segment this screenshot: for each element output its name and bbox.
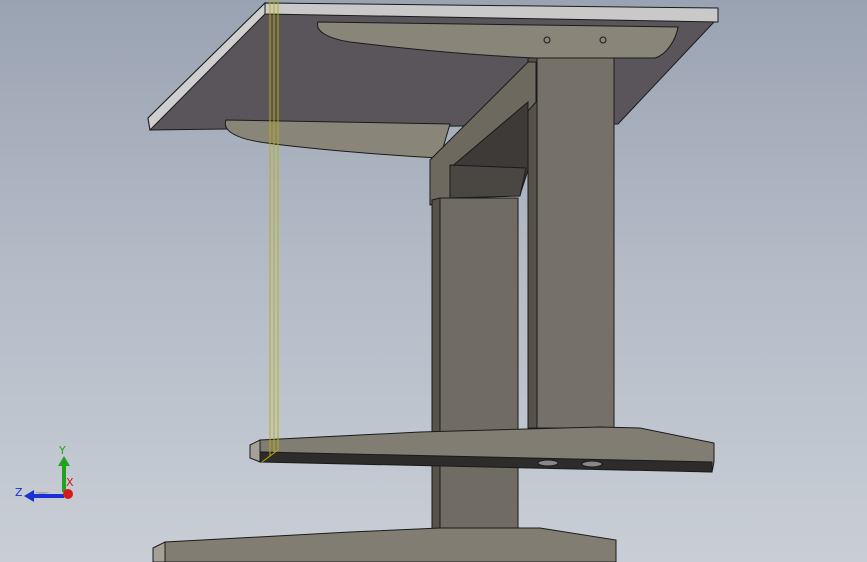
z-axis-arrow-icon — [24, 490, 34, 502]
foot-lower-front — [152, 541, 166, 562]
y-axis-arrow-icon — [58, 456, 70, 466]
y-axis-label: Y — [58, 444, 66, 457]
tabletop-bottom-face — [147, 2, 719, 131]
leveler-hole — [581, 460, 603, 468]
foot-upper-front — [249, 439, 261, 463]
column-back-side — [527, 57, 538, 429]
x-axis-label: X — [66, 476, 74, 489]
column-back[interactable] — [527, 57, 615, 429]
orientation-triad[interactable]: Y X Z — [12, 440, 82, 510]
column-front-side — [431, 197, 441, 533]
leveler-hole — [537, 459, 559, 467]
z-axis-label: Z — [15, 486, 23, 499]
foot-lower[interactable] — [152, 527, 617, 562]
column-front[interactable] — [431, 197, 519, 533]
top-support-arm-front[interactable] — [224, 119, 451, 159]
bracket-lip — [449, 164, 527, 199]
tabletop[interactable] — [147, 1, 719, 132]
3d-viewport[interactable]: Y X Z — [0, 0, 867, 562]
cad-model-scene[interactable] — [0, 0, 867, 562]
x-axis-icon — [63, 489, 73, 499]
foot-lower-top — [164, 527, 617, 562]
foot-upper[interactable] — [249, 426, 715, 473]
column-front-face — [439, 197, 519, 531]
column-back-face — [536, 57, 615, 429]
triad-arc-icon — [34, 492, 50, 495]
